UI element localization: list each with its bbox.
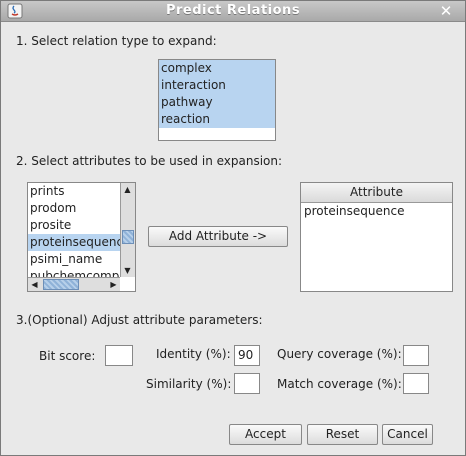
attribute-list-viewport: prints prodom prosite proteinsequence ps… [28,183,120,277]
attribute-item[interactable]: pubchemcomp [28,268,120,277]
step3-label: 3.(Optional) Adjust attribute parameters… [16,313,263,327]
step1-label: 1. Select relation type to expand: [16,34,217,48]
relation-type-list[interactable]: complex interaction pathway reaction [158,59,276,141]
query-coverage-field[interactable] [403,345,429,366]
vertical-scroll-thumb[interactable] [122,230,134,244]
cancel-button[interactable]: Cancel [382,424,433,445]
identity-field[interactable]: 90 [234,345,260,366]
match-coverage-label: Match coverage (%): [277,377,402,391]
attribute-table[interactable]: Attribute proteinsequence [300,182,453,292]
attribute-column-header[interactable]: Attribute [301,183,452,203]
scroll-up-arrow-icon[interactable]: ▲ [121,183,134,196]
relation-item[interactable]: pathway [159,94,275,111]
match-coverage-field[interactable] [403,373,429,394]
close-icon[interactable]: ✕ [437,1,455,21]
scroll-left-arrow-icon[interactable]: ◀ [28,278,41,291]
horizontal-scrollbar[interactable]: ◀ ▶ [28,277,120,291]
relation-item[interactable]: complex [159,60,275,77]
bit-score-field[interactable] [105,345,133,366]
attribute-item[interactable]: prodom [28,200,120,217]
similarity-label: Similarity (%): [146,377,232,391]
relation-item[interactable]: reaction [159,111,275,128]
horizontal-scroll-thumb[interactable] [43,279,79,290]
accept-button[interactable]: Accept [229,424,302,445]
reset-button[interactable]: Reset [307,424,378,445]
table-row[interactable]: proteinsequence [301,203,452,220]
add-attribute-button[interactable]: Add Attribute -> [148,226,288,247]
relation-item[interactable]: interaction [159,77,275,94]
attribute-item[interactable]: psimi_name [28,251,120,268]
similarity-field[interactable] [234,373,260,394]
step2-label: 2. Select attributes to be used in expan… [16,154,283,168]
title-bar[interactable]: Predict Relations ✕ [1,1,465,22]
query-coverage-label: Query coverage (%): [277,347,402,361]
attribute-list[interactable]: prints prodom prosite proteinsequence ps… [27,182,136,292]
identity-label: Identity (%): [156,347,231,361]
scroll-down-arrow-icon[interactable]: ▼ [121,264,134,277]
vertical-scrollbar[interactable]: ▲ ▼ [120,183,135,277]
attribute-item[interactable]: prints [28,183,120,200]
window-title: Predict Relations [165,3,301,18]
scroll-right-arrow-icon[interactable]: ▶ [107,278,120,291]
bit-score-label: Bit score: [39,349,96,363]
attribute-item[interactable]: prosite [28,217,120,234]
predict-relations-dialog: Predict Relations ✕ 1. Select relation t… [0,0,466,456]
attribute-item-selected[interactable]: proteinsequence [28,234,120,251]
